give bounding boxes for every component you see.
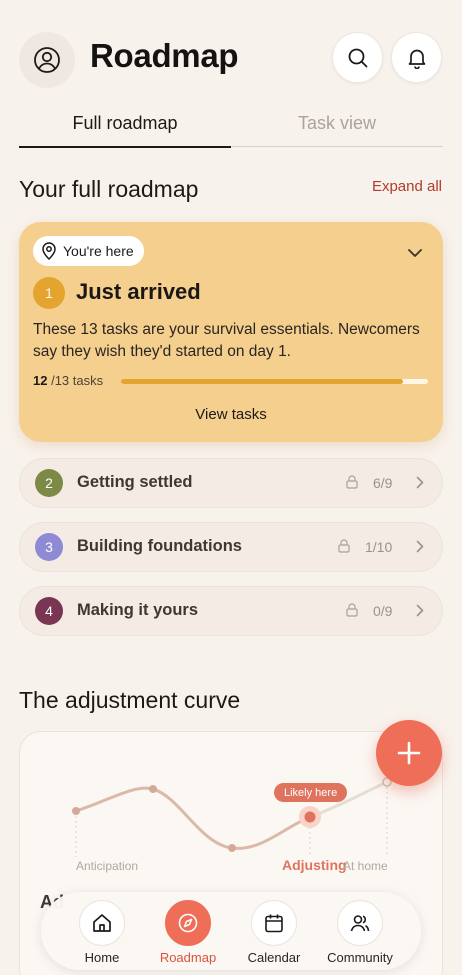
stage-number-badge: 2 [35, 469, 63, 497]
stage-row-label: Getting settled [77, 473, 193, 491]
nav-home-icon-wrap [79, 900, 125, 946]
you-are-here-badge: You're here [33, 236, 144, 266]
page-title: Roadmap [90, 37, 239, 74]
plus-icon [397, 741, 421, 765]
chevron-right-icon [416, 540, 424, 553]
search-button[interactable] [332, 32, 383, 83]
lock-icon [346, 603, 358, 617]
stage-number-badge: 4 [35, 597, 63, 625]
progress-bar [121, 379, 428, 384]
likely-here-badge: Likely here [274, 783, 348, 802]
stage-row-getting-settled[interactable]: 2 Getting settled 6/9 [19, 458, 443, 508]
curve-section-title: The adjustment curve [19, 687, 241, 713]
chevron-right-icon [416, 604, 424, 617]
curve-current-point [304, 811, 316, 823]
nav-roadmap-label: Roadmap [159, 950, 217, 965]
stage-row-count: 1/10 [365, 539, 393, 555]
tab-bar: Full roadmap Task view [19, 100, 443, 148]
location-pin-icon [42, 242, 56, 260]
lock-icon [338, 539, 350, 553]
bell-icon [408, 49, 425, 69]
chevron-down-icon[interactable] [407, 248, 423, 258]
curve-point [72, 807, 80, 815]
curve-label-adjusting: Adjusting [282, 857, 347, 873]
stage-title: Just arrived [76, 279, 201, 304]
expand-all-link[interactable]: Expand all [372, 178, 442, 195]
roadmap-section-title: Your full roadmap [19, 176, 199, 202]
you-are-here-label: You're here [63, 243, 134, 259]
calendar-icon [265, 914, 283, 933]
lock-icon [346, 475, 358, 489]
nav-home-label: Home [84, 950, 120, 965]
progress-total: /13 tasks [51, 373, 104, 388]
stage-row-count: 0/9 [373, 603, 393, 619]
stage-row-making-it-yours[interactable]: 4 Making it yours 0/9 [19, 586, 443, 636]
stage-row-label: Making it yours [77, 601, 199, 619]
current-stage-card[interactable]: You're here 1 Just arrived These 13 task… [19, 222, 443, 442]
nav-roadmap[interactable]: Roadmap [148, 900, 228, 965]
tab-full-roadmap[interactable]: Full roadmap [19, 100, 231, 148]
curve-label-anticipation: Anticipation [76, 859, 139, 873]
stage-row-count: 6/9 [373, 475, 393, 491]
view-tasks-button[interactable]: View tasks [19, 406, 443, 423]
header: Roadmap [0, 0, 462, 110]
nav-community-label: Community [327, 950, 393, 965]
progress-fill [121, 379, 404, 384]
profile-button[interactable] [19, 32, 75, 88]
user-circle-icon [34, 47, 60, 73]
search-icon [348, 48, 367, 67]
nav-community[interactable]: Community [320, 900, 400, 965]
nav-community-icon-wrap [337, 900, 383, 946]
people-icon [350, 915, 370, 932]
curve-point [228, 844, 236, 852]
nav-roadmap-icon-wrap [165, 900, 211, 946]
home-icon [93, 914, 111, 932]
nav-home[interactable]: Home [62, 900, 142, 965]
curve-point [149, 785, 157, 793]
stage-number-badge: 3 [35, 533, 63, 561]
add-button[interactable] [376, 720, 442, 786]
progress-done: 12 [33, 373, 48, 388]
nav-calendar-label: Calendar [247, 950, 301, 965]
nav-calendar-icon-wrap [251, 900, 297, 946]
tab-task-view[interactable]: Task view [231, 100, 443, 147]
stage-description: These 13 tasks are your survival essenti… [33, 321, 420, 360]
chevron-right-icon [416, 476, 424, 489]
compass-icon [178, 913, 198, 933]
stage-number-badge: 1 [33, 277, 65, 309]
nav-calendar[interactable]: Calendar [234, 900, 314, 965]
curve-label-at-home: At home [343, 859, 388, 873]
notifications-button[interactable] [391, 32, 442, 83]
bottom-nav: Home Roadmap Calendar Community [41, 892, 421, 970]
stage-row-label: Building foundations [77, 537, 242, 555]
progress-label: 12 /13 tasks [33, 373, 103, 388]
stage-row-building-foundations[interactable]: 3 Building foundations 1/10 [19, 522, 443, 572]
